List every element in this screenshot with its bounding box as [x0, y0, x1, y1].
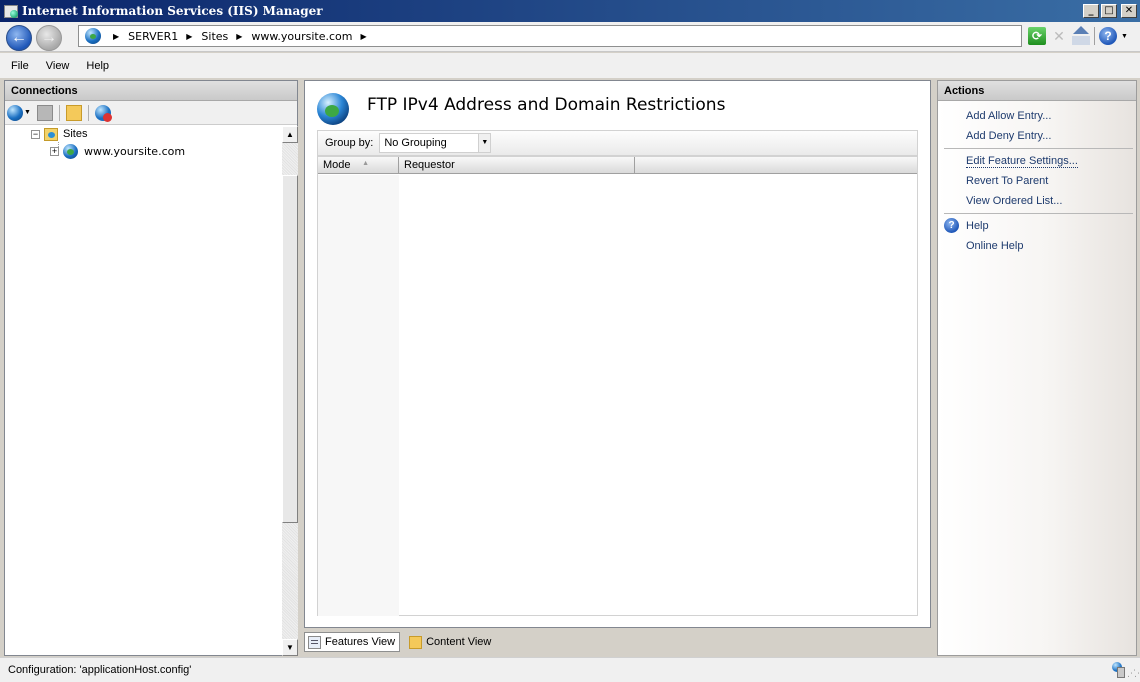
scroll-thumb[interactable]: [282, 175, 298, 523]
site-globe-icon: [63, 143, 78, 159]
features-view-icon: [308, 635, 321, 649]
stop-button[interactable]: ✕: [1050, 27, 1068, 45]
breadcrumb-arrow-icon[interactable]: ▶: [113, 32, 119, 41]
toolbar-separator: [58, 104, 60, 121]
collapse-icon[interactable]: −: [31, 129, 40, 139]
group-by-select[interactable]: No Grouping ▼: [379, 133, 492, 153]
globe-icon: [85, 28, 101, 44]
sites-folder-icon: [44, 127, 58, 141]
features-view-label: Features View: [325, 636, 396, 648]
help-button[interactable]: ?: [1099, 27, 1117, 45]
content-view-label: Content View: [426, 636, 492, 648]
help-icon[interactable]: ?: [944, 218, 959, 233]
window-title: Internet Information Services (IIS) Mana…: [22, 4, 323, 18]
tree-node-sites[interactable]: − Sites: [31, 126, 87, 142]
address-toolbar: ← → ▶ SERVER1 ▶ Sites ▶ www.yoursite.com…: [0, 22, 1140, 52]
column-label: Mode: [323, 159, 351, 171]
column-header-filler: [635, 157, 917, 173]
maximize-button[interactable]: □: [1101, 4, 1117, 18]
close-button[interactable]: ✕: [1121, 4, 1137, 18]
feature-panel: FTP IPv4 Address and Domain Restrictions…: [304, 80, 931, 628]
view-tabs: Features View Content View: [304, 630, 495, 654]
refresh-button[interactable]: ⟳: [1028, 27, 1046, 45]
forward-arrow-icon: →: [41, 29, 57, 46]
group-by-bar: Group by: No Grouping ▼: [317, 130, 918, 156]
home-button[interactable]: [1072, 26, 1090, 45]
menu-file[interactable]: File: [11, 60, 29, 72]
breadcrumb-arrow-icon[interactable]: ▶: [236, 32, 242, 41]
ftp-restrictions-globe-icon: [317, 93, 349, 125]
back-button[interactable]: ←: [6, 25, 32, 51]
tree-label-sites[interactable]: Sites: [63, 128, 87, 140]
disconnect-icon[interactable]: [94, 104, 112, 122]
group-by-value: No Grouping: [384, 137, 447, 149]
actions-header: Actions: [938, 81, 1136, 101]
refresh-icon: ⟳: [1031, 29, 1043, 43]
save-icon[interactable]: [36, 104, 53, 121]
actions-panel: Actions Add Allow Entry... Add Deny Entr…: [937, 80, 1137, 656]
add-allow-entry-link[interactable]: Add Allow Entry...: [966, 110, 1051, 122]
scroll-up-button[interactable]: ▲: [282, 126, 298, 143]
status-text: Configuration: 'applicationHost.config': [8, 664, 192, 676]
tree-label-site[interactable]: www.yoursite.com: [84, 145, 185, 158]
restrictions-list[interactable]: Mode ▲ Requestor: [317, 156, 918, 616]
help-link[interactable]: Help: [966, 220, 989, 232]
view-ordered-list-link[interactable]: View Ordered List...: [966, 195, 1062, 207]
feature-title: FTP IPv4 Address and Domain Restrictions: [367, 95, 726, 115]
menu-help[interactable]: Help: [86, 60, 109, 72]
chevron-down-icon[interactable]: ▼: [1121, 33, 1128, 40]
breadcrumb-server[interactable]: SERVER1: [128, 30, 178, 43]
column-header-requestor[interactable]: Requestor: [399, 157, 635, 173]
breadcrumb-sites[interactable]: Sites: [201, 30, 228, 43]
status-bar: Configuration: 'applicationHost.config' …: [0, 657, 1140, 682]
connections-header: Connections: [5, 81, 297, 101]
connections-scrollbar[interactable]: ▲ ▼: [282, 126, 298, 656]
mode-column-background: [318, 175, 399, 616]
group-by-label: Group by:: [325, 137, 374, 149]
online-help-link[interactable]: Online Help: [966, 240, 1023, 252]
sort-ascending-icon: ▲: [362, 160, 369, 167]
actions-divider: [944, 148, 1133, 149]
chevron-down-icon[interactable]: ▼: [24, 109, 31, 116]
back-arrow-icon: ←: [11, 29, 27, 46]
forward-button[interactable]: →: [36, 25, 62, 51]
add-deny-entry-link[interactable]: Add Deny Entry...: [966, 130, 1051, 142]
iis-app-icon[interactable]: [3, 3, 19, 19]
minimize-button[interactable]: _: [1083, 4, 1099, 18]
tree-node-site[interactable]: + www.yoursite.com: [50, 143, 185, 159]
content-view-tab[interactable]: Content View: [406, 632, 495, 652]
connections-tree: − Sites + www.yoursite.com: [5, 126, 282, 656]
revert-to-parent-link[interactable]: Revert To Parent: [966, 175, 1048, 187]
address-bar[interactable]: ▶ SERVER1 ▶ Sites ▶ www.yoursite.com ▶: [78, 25, 1022, 47]
connections-toolbar: ▼: [5, 101, 297, 125]
title-bar: Internet Information Services (IIS) Mana…: [0, 0, 1140, 22]
connect-globe-icon[interactable]: [7, 104, 23, 121]
list-header: Mode ▲ Requestor: [318, 157, 917, 174]
actions-divider: [944, 213, 1133, 214]
toolbar-separator: [1094, 27, 1095, 45]
network-status-icon: [1112, 662, 1126, 678]
breadcrumb-arrow-icon[interactable]: ▶: [361, 32, 367, 41]
content-view-icon: [409, 635, 423, 649]
breadcrumb-site[interactable]: www.yoursite.com: [251, 30, 352, 43]
menu-bar: File View Help: [0, 53, 1140, 78]
connections-panel: Connections ▼ − Sites + www.yoursite.com…: [4, 80, 298, 656]
resize-grip[interactable]: ⋰⋰: [1127, 668, 1140, 679]
expand-icon[interactable]: +: [50, 146, 59, 156]
column-header-mode[interactable]: Mode ▲: [318, 157, 399, 173]
menu-view[interactable]: View: [46, 60, 70, 72]
breadcrumb-arrow-icon[interactable]: ▶: [186, 32, 192, 41]
edit-feature-settings-link[interactable]: Edit Feature Settings...: [966, 155, 1078, 168]
scroll-down-button[interactable]: ▼: [282, 639, 298, 656]
features-view-tab[interactable]: Features View: [304, 632, 401, 652]
toolbar-separator: [87, 104, 89, 121]
chevron-down-icon[interactable]: ▼: [478, 134, 491, 152]
up-folder-icon[interactable]: [65, 104, 82, 121]
